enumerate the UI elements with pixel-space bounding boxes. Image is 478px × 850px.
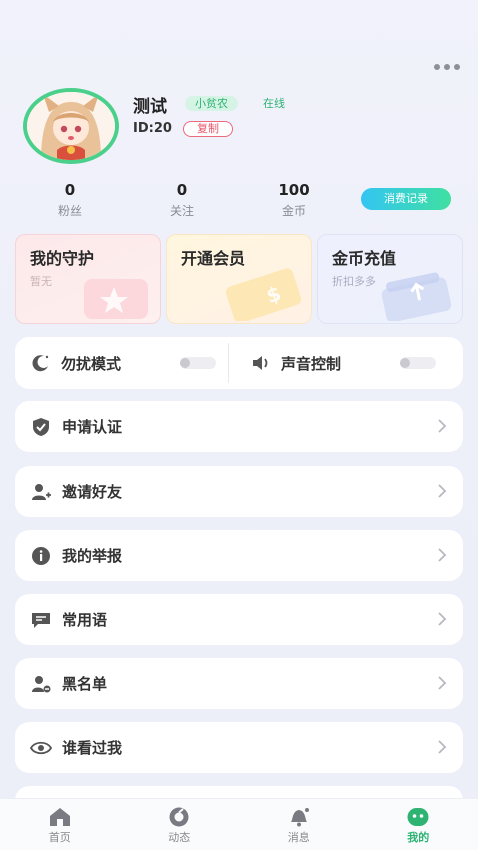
online-status: 在线 [263,97,285,110]
stat-fans[interactable]: 0 粉丝 [30,181,110,219]
tab-moments-label: 动态 [168,831,191,844]
chevron-right-icon [438,548,447,562]
stat-fans-value: 0 [64,181,76,199]
menu-label: 谁看过我 [62,739,123,757]
chevron-right-icon [438,484,447,498]
user-id: ID:20 [133,121,172,136]
open-vip-card[interactable]: 开通会员 $ [166,234,312,324]
moments-icon [169,807,189,827]
tab-home[interactable]: 首页 [0,799,120,850]
stat-coins-value: 100 [278,181,310,199]
user-name: 测试 [133,97,167,117]
stat-follow-value: 0 [176,181,188,199]
my-guard-title: 我的守护 [30,249,95,268]
tab-home-label: 首页 [48,831,71,844]
copy-id-button[interactable]: 复制 [183,121,233,137]
tab-messages[interactable]: 消息 [239,799,359,850]
chevron-right-icon [438,419,447,433]
home-icon [49,808,70,826]
coin-recharge-title: 金币充值 [332,249,397,268]
tab-profile[interactable]: 我的 [359,799,478,850]
more-options-icon[interactable] [434,64,460,70]
chevron-right-icon [438,676,447,690]
sound-control-row: 声音控制 [251,337,341,389]
chat-icon [30,609,52,631]
open-vip-title: 开通会员 [181,249,246,268]
menu-item-apply-verification[interactable]: 申请认证 [15,401,463,452]
vip-coupon-icon: $ [225,268,302,321]
menu-label: 邀请好友 [62,483,123,501]
my-guard-card[interactable]: 我的守护 暂无 [15,234,161,324]
coin-recharge-card[interactable]: 金币充值 折扣多多 [317,234,463,324]
profile-icon [407,808,429,826]
menu-item-my-reports[interactable]: 我的举报 [15,530,463,581]
user-plus-icon [30,481,52,503]
menu-label: 我的举报 [62,547,123,565]
avatar[interactable] [23,88,119,164]
speaker-icon [253,356,268,370]
menu-label: 黑名单 [62,675,108,693]
level-badge: 小贫农 [185,96,238,111]
bell-icon [290,808,309,827]
stat-coins-label: 金币 [281,204,306,218]
sound-label: 声音控制 [281,354,342,373]
stat-coins[interactable]: 100 金币 [254,181,334,219]
chevron-right-icon [438,740,447,754]
menu-item-blacklist[interactable]: 黑名单 [15,658,463,709]
menu-item-who-viewed-me[interactable]: 谁看过我 [15,722,463,773]
menu-item-common-phrases[interactable]: 常用语 [15,594,463,645]
dnd-switch[interactable] [180,357,216,369]
tab-messages-label: 消息 [287,831,310,844]
bottom-tab-bar: 首页 动态 消息 我的 [0,798,478,850]
my-guard-subtitle: 暂无 [30,275,52,288]
user-block-icon [30,673,52,695]
chevron-right-icon [438,612,447,626]
moon-icon [32,355,49,372]
eye-icon [30,737,52,759]
menu-label: 常用语 [62,611,108,629]
do-not-disturb-row: 勿扰模式 [31,337,121,389]
coin-recharge-subtitle: 折扣多多 [332,275,376,288]
stat-follow[interactable]: 0 关注 [142,181,222,219]
info-icon [30,545,52,567]
stat-follow-label: 关注 [169,204,194,218]
stat-fans-label: 粉丝 [57,204,82,218]
settings-toggles: 勿扰模式 声音控制 [15,337,463,389]
consumption-record-button[interactable]: 消费记录 [361,188,451,210]
toggle-divider [228,343,229,383]
tab-profile-label: 我的 [407,831,430,844]
dnd-label: 勿扰模式 [61,354,122,373]
menu-item-invite-friends[interactable]: 邀请好友 [15,466,463,517]
menu-label: 申请认证 [62,418,123,436]
shield-check-icon [30,416,52,438]
avatar-image [27,92,115,160]
tab-moments[interactable]: 动态 [120,799,240,850]
sound-switch[interactable] [400,357,436,369]
